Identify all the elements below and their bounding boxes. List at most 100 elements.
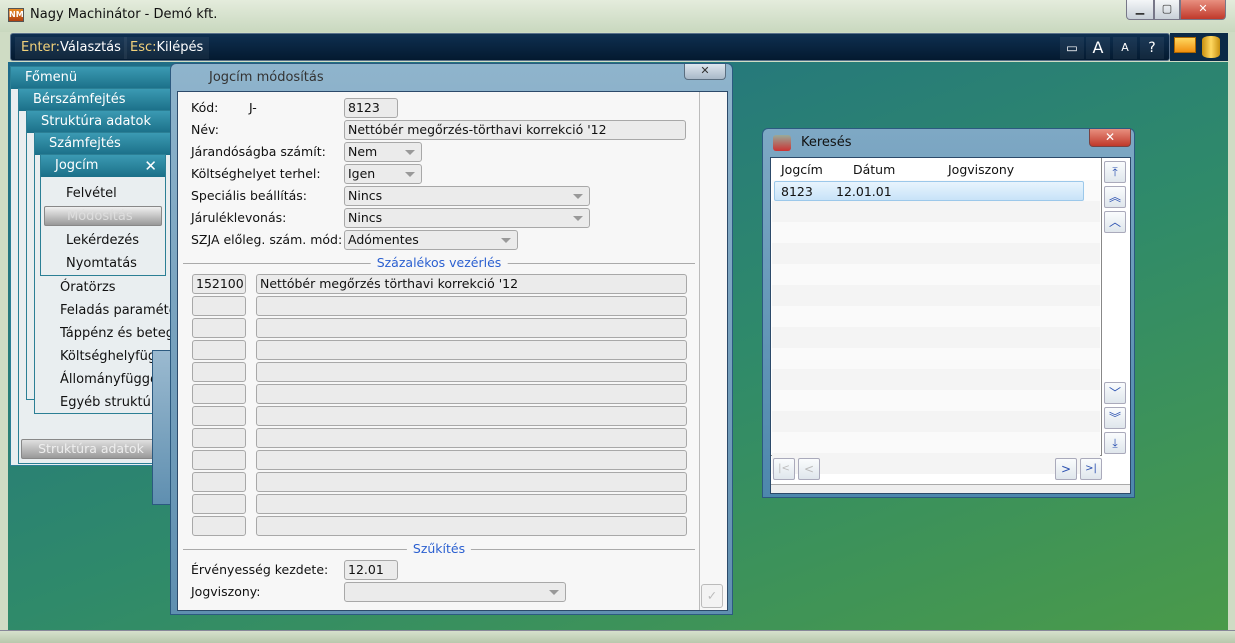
percent-code-input[interactable]: 152100 [192,274,246,294]
percent-name-input[interactable] [256,472,687,492]
percent-code-input[interactable] [192,340,246,360]
percent-code-input[interactable] [192,384,246,404]
narrow-section-header: Szűkítés [183,541,695,556]
page-last-button[interactable]: >| [1080,458,1102,480]
specialis-select[interactable]: Nincs [344,186,590,206]
list-stripe [772,327,1100,348]
percent-section-title: Százalékos vezérlés [370,255,508,270]
valid-input[interactable]: 12.01 [344,560,398,580]
menu-item-nyomtatas[interactable]: Nyomtatás [66,252,137,275]
results-list: Jogcím Dátum Jogviszony 8123 12.01.01 [771,158,1102,474]
list-stripe [772,243,1100,264]
percent-code-input[interactable] [192,450,246,470]
window-bottom-frame [0,630,1235,643]
window-title: Nagy Machinátor - Demó kft. [30,7,218,22]
percent-code-input[interactable] [192,428,246,448]
struktura-adatok-button[interactable]: Struktúra adatok [21,439,161,459]
scroll-last-button[interactable]: ⤓ [1104,432,1126,454]
koltseghely-label: Költséghelyet terhel: [191,166,321,181]
percent-code-input[interactable] [192,318,246,338]
list-stripe [772,411,1100,432]
list-stripe [772,285,1100,306]
percent-name-input[interactable] [256,406,687,426]
list-stripe [772,348,1100,369]
close-icon[interactable]: ✕ [144,155,157,177]
menu-item-egyeb[interactable]: Egyéb struktúra [60,391,154,414]
kod-input[interactable]: 8123 [344,98,398,118]
percent-name-input[interactable] [256,450,687,470]
window-mode-button[interactable]: ▭ [1060,37,1084,59]
result-row[interactable]: 8123 12.01.01 [774,181,1084,201]
col-jogcim[interactable]: Jogcím [781,162,823,177]
percent-code-input[interactable] [192,296,246,316]
menu-item-allomany[interactable]: Állományfüggé [60,368,154,391]
menu-struktura-header[interactable]: Struktúra adatok [27,111,175,133]
jarandosag-select[interactable]: Nem [344,142,422,162]
menu-item-koltseghely[interactable]: Költséghelyfügg [60,345,154,368]
search-close-button[interactable]: ✕ [1089,129,1131,147]
scroll-page-down-button[interactable]: ︾ [1104,407,1126,429]
percent-name-input[interactable] [256,384,687,404]
percent-name-input[interactable] [256,494,687,514]
monitor-icon[interactable] [1174,37,1196,53]
kod-prefix: J- [249,100,257,115]
menu-jogcim-header: Jogcím ✕ [41,155,165,177]
page-first-button[interactable]: |< [773,458,795,480]
menu-item-feladas[interactable]: Feladás paraméter [60,299,170,322]
scroll-up-button[interactable]: ︿ [1104,211,1126,233]
col-datum[interactable]: Dátum [853,162,895,177]
menu-szamfejtes-header[interactable]: Számfejtés vezérlés, [35,133,173,173]
list-stripe [772,453,1100,474]
percent-code-input[interactable] [192,362,246,382]
scroll-first-button[interactable]: ⤒ [1104,161,1126,183]
page-next-button[interactable]: > [1055,458,1077,480]
percent-code-input[interactable] [192,494,246,514]
list-stripe [772,264,1100,285]
minimize-button[interactable]: ▁ [1126,0,1154,20]
menu-item-modositas[interactable]: Módosítás [44,206,162,226]
percent-name-input[interactable] [256,516,687,536]
percent-name-input[interactable] [256,318,687,338]
percent-name-input[interactable] [256,362,687,382]
percent-name-input[interactable] [256,340,687,360]
jogviszony-select[interactable] [344,582,566,602]
font-larger-button[interactable]: A [1086,37,1110,59]
menu-item-lekerdezes[interactable]: Lekérdezés [66,229,139,252]
percent-code-input[interactable] [192,516,246,536]
valid-label: Érvényesség kezdete: [191,562,329,577]
font-smaller-button[interactable]: A [1113,37,1137,59]
enter-key: Enter: [21,40,61,55]
scroll-page-up-button[interactable]: ︽ [1104,186,1126,208]
close-window-button[interactable]: ✕ [1180,0,1226,20]
page-prev-button[interactable]: < [798,458,820,480]
esc-exit-button[interactable]: Esc:Kilépés [124,37,210,59]
maximize-button[interactable]: ▢ [1154,0,1180,20]
nev-input[interactable]: Nettóbér megőrzés-törthavi korrekció '12 [344,120,686,140]
percent-name-input[interactable]: Nettóbér megőrzés törthavi korrekció '12 [256,274,687,294]
database-icon[interactable] [1202,36,1220,58]
percent-name-input[interactable] [256,428,687,448]
dialog-close-button[interactable]: ✕ [684,64,726,80]
menu-fomenu-header[interactable]: Főmenü [11,67,179,89]
list-stripe [772,306,1100,327]
koltseghely-select[interactable]: Igen [344,164,422,184]
jarulek-label: Járuléklevonás: [191,210,287,225]
result-datum: 12.01.01 [836,184,892,199]
enter-select-button[interactable]: Enter:Választás [15,37,127,59]
list-stripe [772,432,1100,453]
help-button[interactable]: ? [1140,37,1164,59]
specialis-label: Speciális beállítás: [191,188,307,203]
menu-berszamfejtes-header[interactable]: Bérszámfejtés [19,89,177,111]
percent-code-input[interactable] [192,472,246,492]
menu-item-oratorzs[interactable]: Óratörzs [60,276,170,299]
menu-item-tappenz[interactable]: Táppénz és betegs [60,322,170,345]
scroll-down-button[interactable]: ﹀ [1104,382,1126,404]
menu-item-felvetel[interactable]: Felvétel [66,182,117,205]
percent-code-input[interactable] [192,406,246,426]
jarulek-select[interactable]: Nincs [344,208,590,228]
percent-name-input[interactable] [256,296,687,316]
col-jogviszony[interactable]: Jogviszony [948,162,1014,177]
ok-check-button[interactable]: ✓ [701,584,723,608]
jogviszony-label: Jogviszony: [191,584,261,599]
szja-select[interactable]: Adómentes [344,230,518,250]
